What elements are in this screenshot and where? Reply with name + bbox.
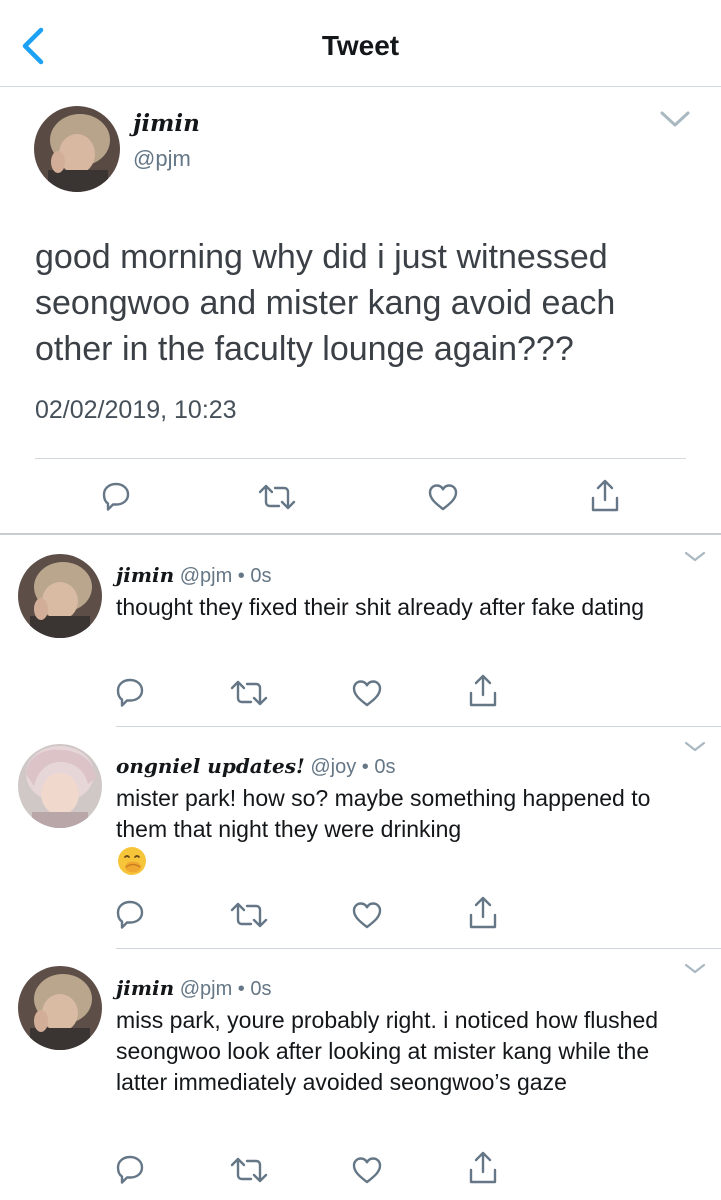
reply-header: jimin @pjm • 0s (116, 976, 271, 1001)
reply-header: ongniel updates! @joy • 0s (116, 754, 395, 779)
retweet-button[interactable] (229, 901, 269, 929)
face-with-hand-over-mouth-emoji (116, 845, 148, 885)
chevron-down-icon (684, 963, 706, 974)
share-button[interactable] (467, 673, 499, 709)
like-icon (352, 680, 382, 707)
tweet-text: good morning why did i just witnessed se… (35, 238, 616, 368)
reply-button[interactable] (115, 1154, 145, 1186)
like-icon (352, 1157, 382, 1184)
reply-author-handle[interactable]: @joy (310, 756, 356, 778)
chevron-down-icon (684, 741, 706, 752)
reply-options-button[interactable] (682, 960, 708, 978)
share-icon (469, 896, 497, 929)
author-name[interactable]: jimin (133, 110, 200, 137)
reply-icon (116, 1155, 144, 1184)
chevron-down-icon (684, 551, 706, 562)
tweet-actions (0, 478, 721, 518)
retweet-icon (230, 902, 268, 928)
reply-divider (116, 948, 721, 949)
avatar[interactable] (18, 554, 102, 638)
avatar[interactable] (18, 966, 102, 1050)
reply-author-name[interactable]: jimin (116, 976, 174, 1000)
share-button[interactable] (467, 895, 499, 931)
avatar[interactable] (34, 106, 120, 192)
reply-time: • 0s (356, 756, 396, 778)
retweet-icon (258, 484, 296, 510)
reply-options-button[interactable] (682, 548, 708, 566)
reply-author-name[interactable]: ongniel updates! (116, 754, 305, 778)
retweet-button[interactable] (229, 679, 269, 707)
author-handle[interactable]: @pjm (133, 146, 191, 172)
reply-icon (102, 482, 130, 511)
share-button[interactable] (467, 1150, 499, 1186)
retweet-button[interactable] (229, 1156, 269, 1184)
reply-button[interactable] (115, 899, 145, 931)
chevron-down-icon (660, 111, 690, 127)
retweet-button[interactable] (257, 483, 297, 511)
reply-author-handle[interactable]: @pjm (180, 565, 233, 587)
avatar[interactable] (18, 744, 102, 828)
share-icon (469, 674, 497, 707)
share-icon (591, 479, 619, 512)
navigation-bar: Tweet (0, 0, 721, 87)
like-button[interactable] (427, 482, 459, 512)
like-icon (428, 484, 458, 511)
reply-time: • 0s (232, 978, 272, 1000)
share-icon (469, 1151, 497, 1184)
reply-text: miss park, youre probably right. i notic… (116, 1007, 659, 1095)
tweet-options-button[interactable] (656, 106, 694, 132)
reply-author-name[interactable]: jimin (116, 563, 174, 587)
reply-button[interactable] (115, 677, 145, 709)
share-button[interactable] (589, 478, 621, 514)
retweet-icon (230, 1157, 268, 1183)
reply-text: thought they fixed their shit already af… (116, 594, 645, 620)
like-button[interactable] (351, 678, 383, 708)
reply-text: mister park! how so? maybe something hap… (116, 785, 651, 842)
like-button[interactable] (351, 1155, 383, 1185)
reply-actions (0, 673, 721, 709)
reply-time: • 0s (232, 565, 272, 587)
page-title: Tweet (321, 30, 400, 61)
tweet-timestamp: 02/02/2019, 10:23 (35, 396, 237, 424)
reply-author-handle[interactable]: @pjm (180, 978, 233, 1000)
like-button[interactable] (351, 900, 383, 930)
divider (35, 458, 686, 459)
reply-options-button[interactable] (682, 738, 708, 756)
reply-actions (0, 1150, 721, 1186)
reply-divider (116, 726, 721, 727)
retweet-icon (230, 680, 268, 706)
reply-actions (0, 895, 721, 931)
reply-header: jimin @pjm • 0s (116, 563, 271, 588)
reply-button[interactable] (101, 481, 131, 513)
reply-icon (116, 900, 144, 929)
reply-icon (116, 678, 144, 707)
reply-text-block: mister park! how so? maybe something hap… (116, 783, 696, 885)
section-divider (0, 533, 721, 535)
like-icon (352, 902, 382, 929)
